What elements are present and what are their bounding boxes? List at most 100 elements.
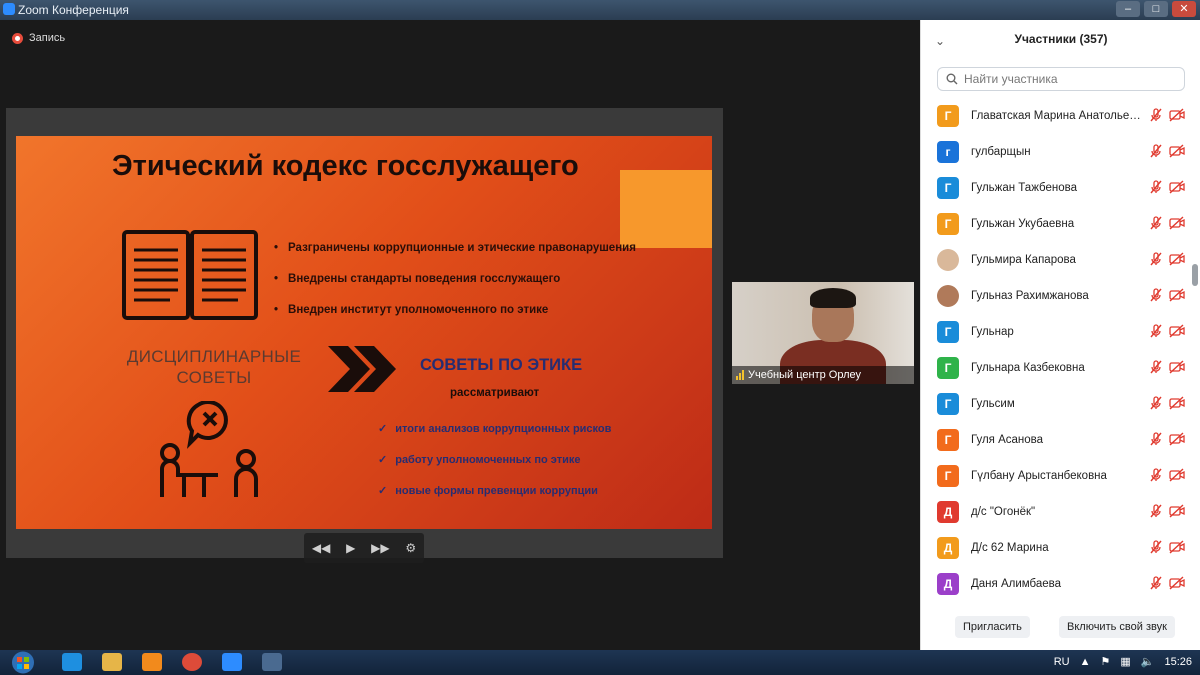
slide-bullet: Разграничены коррупционные и этические п… xyxy=(274,232,636,263)
participant-row[interactable]: Г Гульнар xyxy=(921,314,1191,350)
avatar: Г xyxy=(937,213,959,235)
video-off-icon xyxy=(1169,108,1185,122)
chrome-icon[interactable] xyxy=(182,653,202,671)
meeting-stage: Запись Этический кодекс госслужащего • Р… xyxy=(0,20,920,650)
mic-muted-icon xyxy=(1150,180,1162,194)
scrollbar-thumb[interactable] xyxy=(1192,264,1198,286)
participant-row[interactable]: Г Гульсим xyxy=(921,386,1191,422)
avatar: Д xyxy=(937,537,959,559)
participant-row[interactable]: Г Гульжан Тажбенова xyxy=(921,170,1191,206)
considers-label: рассматривают xyxy=(450,387,540,399)
zoom-taskbar-icon[interactable] xyxy=(222,653,242,671)
maximize-button[interactable]: □ xyxy=(1144,1,1168,17)
mic-muted-icon xyxy=(1150,468,1162,482)
participant-row[interactable]: Г Гульнара Казбековна xyxy=(921,350,1191,386)
mic-muted-icon xyxy=(1150,576,1162,590)
minimize-button[interactable]: – xyxy=(1116,1,1140,17)
participant-name: Гульназ Рахимжанова xyxy=(971,290,1089,302)
flag-icon[interactable]: ⚑ xyxy=(1100,655,1110,668)
previous-slide-button[interactable]: ◀◀ xyxy=(312,541,330,555)
slide-controls: ◀◀ ▶ ▶▶ ⚙ xyxy=(304,533,424,563)
ie-icon[interactable] xyxy=(62,653,82,671)
signal-icon xyxy=(736,370,744,380)
participant-status-icons xyxy=(1149,540,1185,554)
avatar: г xyxy=(937,141,959,163)
mic-muted-icon xyxy=(1150,288,1162,302)
participant-row[interactable]: Д Даня Алимбаева xyxy=(921,566,1191,602)
windows-start-icon[interactable] xyxy=(6,650,40,675)
disc-line2: СОВЕТЫ xyxy=(176,368,252,387)
close-button[interactable]: ✕ xyxy=(1172,1,1196,17)
mic-muted-icon xyxy=(1150,396,1162,410)
participant-name: Гульжан Тажбенова xyxy=(971,182,1077,194)
slide-bullet: Внедрены стандарты поведения госслужащег… xyxy=(274,263,636,294)
participant-name: Гуля Асанова xyxy=(971,434,1044,446)
tray-arrow-icon[interactable]: ▲ xyxy=(1080,656,1091,668)
folder-icon[interactable] xyxy=(102,653,122,671)
participant-search-input[interactable]: Найти участника xyxy=(937,67,1185,91)
video-off-icon xyxy=(1169,180,1185,194)
participant-status-icons xyxy=(1149,216,1185,230)
participant-scrollbar[interactable] xyxy=(1192,98,1198,598)
participant-row[interactable]: г гулбарщын xyxy=(921,134,1191,170)
recording-indicator[interactable]: Запись xyxy=(12,32,65,44)
participant-row[interactable]: Гульмира Капарова xyxy=(921,242,1191,278)
video-off-icon xyxy=(1169,576,1185,590)
ethics-councils-heading: СОВЕТЫ ПО ЭТИКЕ xyxy=(420,356,583,374)
next-slide-button[interactable]: ▶▶ xyxy=(371,541,389,555)
participant-row[interactable]: Г Гүлбану Арыстанбековна xyxy=(921,458,1191,494)
unmute-self-button[interactable]: Включить свой звук xyxy=(1059,616,1175,638)
participant-row[interactable]: Г Гуля Асанова xyxy=(921,422,1191,458)
book-icon xyxy=(122,230,258,320)
network-icon[interactable]: ▦ xyxy=(1120,655,1130,668)
participant-status-icons xyxy=(1149,576,1185,590)
mic-muted-icon xyxy=(1150,540,1162,554)
avatar xyxy=(937,249,959,271)
mic-muted-icon xyxy=(1150,108,1162,122)
volume-icon[interactable]: 🔈 xyxy=(1141,655,1155,668)
video-person-hair xyxy=(810,288,856,308)
mic-muted-icon xyxy=(1150,144,1162,158)
invite-button[interactable]: Пригласить xyxy=(955,616,1030,638)
video-off-icon xyxy=(1169,468,1185,482)
avatar: Г xyxy=(937,321,959,343)
video-participant-name: Учебный центр Орлеу xyxy=(748,369,861,381)
play-button[interactable]: ▶ xyxy=(346,541,355,555)
participant-name: д/с "Огонёк" xyxy=(971,506,1036,518)
participant-name: Даня Алимбаева xyxy=(971,578,1062,590)
participant-row[interactable]: Гульназ Рахимжанова xyxy=(921,278,1191,314)
participant-row[interactable]: Дд/с "Огонёк" xyxy=(921,494,1191,530)
screen-share: Этический кодекс госслужащего • Разграни… xyxy=(6,108,723,563)
participant-name: Гульнар xyxy=(971,326,1014,338)
avatar: Г xyxy=(937,105,959,127)
participant-row[interactable]: Д Д/с 62 Марина xyxy=(921,530,1191,566)
participant-row[interactable]: Г Гульжан Укубаевна xyxy=(921,206,1191,242)
participant-status-icons xyxy=(1149,468,1185,482)
app-window-icon[interactable] xyxy=(262,653,282,671)
participant-status-icons xyxy=(1149,180,1185,194)
video-off-icon xyxy=(1169,252,1185,266)
meeting-people-icon xyxy=(160,401,258,497)
participant-status-icons xyxy=(1149,252,1185,266)
avatar: Д xyxy=(937,573,959,595)
disciplinary-councils: ДИСЦИПЛИНАРНЫЕ СОВЕТЫ xyxy=(122,346,306,388)
video-off-icon xyxy=(1169,324,1185,338)
video-off-icon xyxy=(1169,360,1185,374)
participant-name: Гульжан Укубаевна xyxy=(971,218,1075,230)
clock[interactable]: 15:26 xyxy=(1164,656,1192,668)
settings-button[interactable]: ⚙ xyxy=(405,541,416,555)
mic-muted-icon xyxy=(1150,324,1162,338)
participants-panel: ⌄ Участники (357) Найти участника Г Глава… xyxy=(920,20,1200,650)
language-indicator[interactable]: RU xyxy=(1054,656,1070,668)
avatar xyxy=(937,285,959,307)
avatar: Г xyxy=(937,177,959,199)
search-placeholder: Найти участника xyxy=(964,72,1058,86)
participant-row[interactable]: Г Главатская Марина Анатольевна xyxy=(921,98,1191,134)
mic-muted-icon xyxy=(1150,252,1162,266)
participant-video[interactable]: Учебный центр Орлеу xyxy=(732,282,914,384)
participant-status-icons xyxy=(1149,324,1185,338)
slide-bullets: Разграничены коррупционные и этические п… xyxy=(274,232,636,325)
participants-title: Участники (357) xyxy=(1014,32,1108,46)
media-player-icon[interactable] xyxy=(142,653,162,671)
check-item: новые формы превенции коррупции xyxy=(378,475,611,506)
